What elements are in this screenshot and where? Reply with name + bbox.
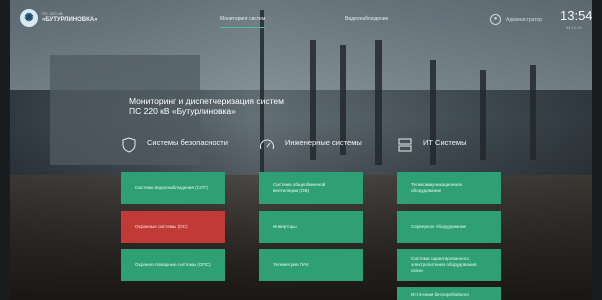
- clock-date: 04.12.19: [566, 25, 582, 30]
- system-button-server[interactable]: Серверное оборудование: [397, 211, 501, 243]
- server-icon: [398, 138, 412, 152]
- system-button-telecom[interactable]: Телекоммуникационное оборудование: [397, 172, 501, 204]
- tab-monitoring[interactable]: Мониторинг систем: [220, 16, 266, 28]
- gauge-icon: [260, 139, 274, 150]
- clock-time: 13:54: [560, 8, 592, 23]
- page-title: Мониторинг и диспетчеризация систем ПС 2…: [129, 96, 284, 116]
- column-label: Системы безопасности: [147, 138, 228, 147]
- system-button-ops[interactable]: Охранно-пожарные системы (ОПС): [121, 249, 225, 281]
- logo-caption: ПС 220 кВ: [42, 11, 63, 16]
- insulator-column: [375, 40, 382, 165]
- system-button-power[interactable]: Система гарантированного электропитания …: [397, 249, 501, 281]
- system-button-inverters[interactable]: Инверторы: [259, 211, 363, 243]
- system-button-ups[interactable]: Источники бесперебойного: [397, 287, 501, 300]
- system-button-ov[interactable]: Система общеобменной вентиляции (ОВ): [259, 172, 363, 204]
- column-label: Инженерные системы: [285, 138, 362, 147]
- system-button-os[interactable]: Охранные системы (ОС): [121, 211, 225, 243]
- system-button-telemetry[interactable]: Телеметрия ПАК: [259, 249, 363, 281]
- shield-icon: [122, 137, 136, 153]
- app-frame: ✺ ПС 220 кВ «БУТУРЛИНОВКА» Мониторинг си…: [10, 0, 592, 300]
- tab-video[interactable]: Видеонаблюдение: [345, 16, 388, 22]
- logo-icon: ✺: [20, 9, 38, 27]
- insulator-column: [530, 65, 536, 160]
- top-bar: ✺ ПС 220 кВ «БУТУРЛИНОВКА» Мониторинг си…: [10, 0, 592, 40]
- insulator-column: [430, 60, 436, 165]
- logo-name: «БУТУРЛИНОВКА»: [42, 17, 98, 23]
- system-button-cot[interactable]: Система видеонаблюдения (СОТ): [121, 172, 225, 204]
- user-name[interactable]: Администратор: [506, 17, 542, 23]
- column-label: ИТ Системы: [423, 138, 467, 147]
- user-icon[interactable]: ●: [490, 14, 501, 25]
